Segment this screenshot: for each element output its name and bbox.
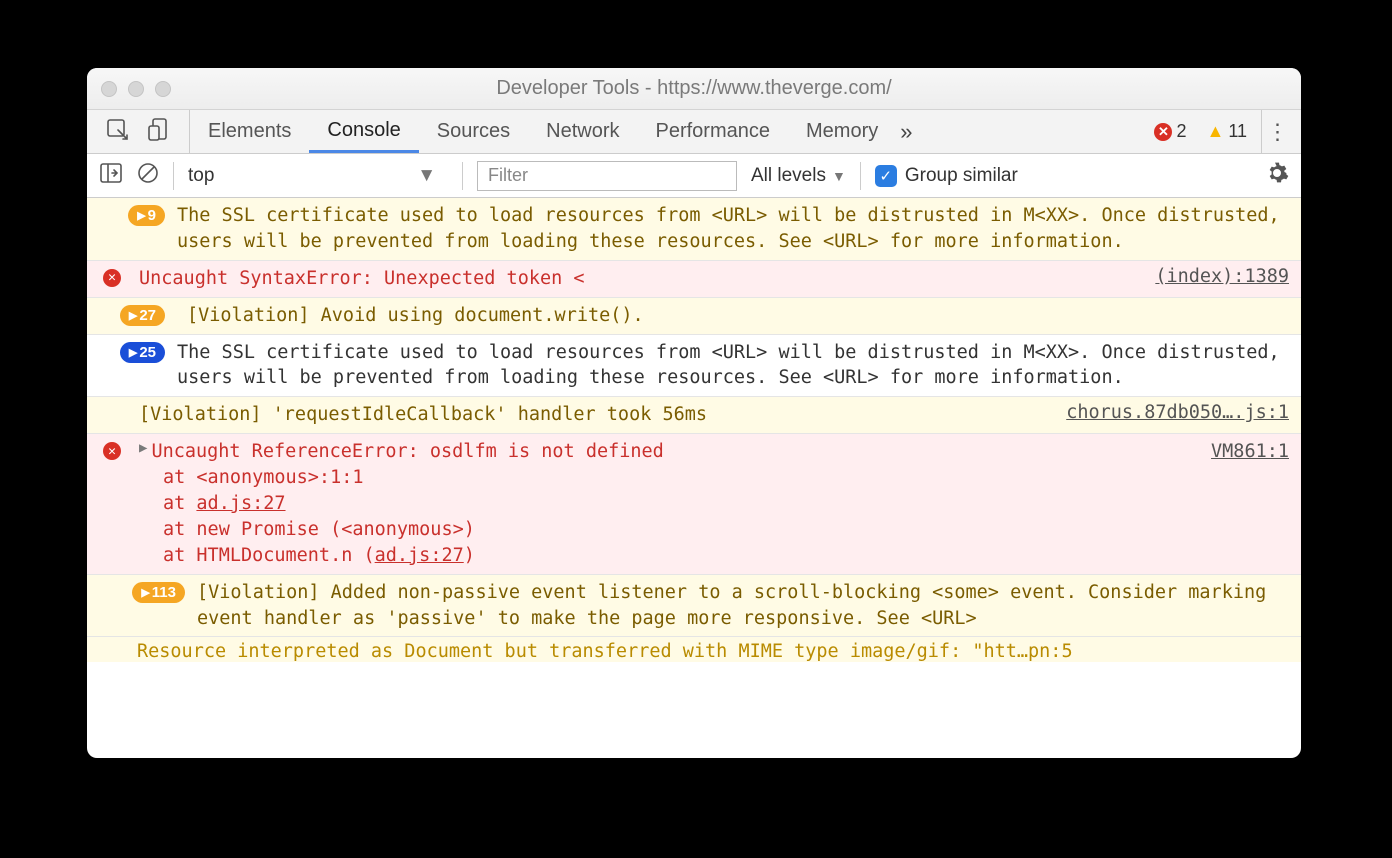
console-message[interactable]: [Violation] 'requestIdleCallback' handle… <box>87 397 1301 434</box>
console-message-cutoff: Resource interpreted as Document but tra… <box>87 637 1301 662</box>
message-gutter: ▶9 <box>99 203 177 226</box>
tab-elements[interactable]: Elements <box>190 110 309 153</box>
context-selector[interactable]: top ▼ <box>188 165 448 187</box>
message-gutter: ✕ <box>99 439 139 460</box>
console-message[interactable]: ✕ ▶ Uncaught ReferenceError: osdlfm is n… <box>87 434 1301 574</box>
stack-link[interactable]: ad.js:27 <box>196 493 285 514</box>
console-message[interactable]: ▶25 The SSL certificate used to load res… <box>87 335 1301 398</box>
inspect-icon[interactable] <box>105 117 129 147</box>
message-text: [Violation] 'requestIdleCallback' handle… <box>139 402 1050 428</box>
settings-kebab-icon[interactable]: ⋮ <box>1261 110 1293 154</box>
expand-arrow-icon[interactable]: ▶ <box>139 439 147 465</box>
console-message[interactable]: ✕ Uncaught SyntaxError: Unexpected token… <box>87 261 1301 298</box>
repeat-badge[interactable]: ▶25 <box>120 342 165 363</box>
source-link[interactable]: VM861:1 <box>1195 439 1289 465</box>
console-message[interactable]: ▶27 [Violation] Avoid using document.wri… <box>87 298 1301 335</box>
expand-arrow-icon: ▶ <box>137 209 145 222</box>
maximize-window-button[interactable] <box>155 81 171 97</box>
chevron-down-icon: ▼ <box>832 168 846 184</box>
expand-arrow-icon: ▶ <box>141 586 149 599</box>
tab-memory[interactable]: Memory <box>788 110 896 153</box>
gear-icon[interactable] <box>1265 161 1289 191</box>
message-body: ▶ Uncaught ReferenceError: osdlfm is not… <box>139 439 1289 568</box>
tab-console[interactable]: Console <box>309 110 418 153</box>
log-level-selector[interactable]: All levels ▼ <box>751 165 846 187</box>
error-count: 2 <box>1176 121 1186 142</box>
tab-overflow[interactable]: » <box>900 119 912 145</box>
warning-count: 11 <box>1228 121 1247 142</box>
tabbar-right: ✕ 2 ▲ 11 ⋮ <box>1148 110 1301 154</box>
repeat-badge[interactable]: ▶113 <box>132 582 185 603</box>
error-counter[interactable]: ✕ 2 <box>1148 121 1192 142</box>
source-link[interactable]: (index):1389 <box>1139 266 1289 287</box>
traffic-lights <box>101 81 171 97</box>
console-messages[interactable]: ▶9 The SSL certificate used to load reso… <box>87 198 1301 758</box>
titlebar: Developer Tools - https://www.theverge.c… <box>87 68 1301 110</box>
window-title: Developer Tools - https://www.theverge.c… <box>87 77 1301 100</box>
context-value: top <box>188 165 214 187</box>
message-text: The SSL certificate used to load resourc… <box>177 340 1289 392</box>
tab-network[interactable]: Network <box>528 110 637 153</box>
stack-link[interactable]: ad.js:27 <box>375 545 464 566</box>
device-toggle-icon[interactable] <box>147 117 171 147</box>
console-sidebar-toggle-icon[interactable] <box>99 161 123 191</box>
stack-frame: at <anonymous>:1:1 <box>139 465 1289 491</box>
console-message[interactable]: ▶9 The SSL certificate used to load reso… <box>87 198 1301 261</box>
message-gutter: ▶27 <box>99 303 177 326</box>
repeat-badge[interactable]: ▶9 <box>128 205 165 226</box>
checkbox-checked-icon: ✓ <box>875 165 897 187</box>
message-gutter: ▶25 <box>99 340 177 363</box>
filter-input[interactable] <box>477 161 737 191</box>
message-gutter: ▶113 <box>99 580 197 603</box>
source-link[interactable]: chorus.87db050….js:1 <box>1050 402 1289 423</box>
message-text: The SSL certificate used to load resourc… <box>177 203 1289 255</box>
console-toolbar: top ▼ All levels ▼ ✓ Group similar <box>87 154 1301 198</box>
expand-arrow-icon: ▶ <box>129 346 137 359</box>
panel-tabbar: Elements Console Sources Network Perform… <box>87 110 1301 154</box>
warning-counter[interactable]: ▲ 11 <box>1200 121 1253 142</box>
divider <box>173 162 174 190</box>
group-similar-label: Group similar <box>905 165 1018 187</box>
clear-console-icon[interactable] <box>137 162 159 190</box>
divider <box>860 162 861 190</box>
message-text: Uncaught SyntaxError: Unexpected token < <box>139 266 1139 292</box>
devtools-window: Developer Tools - https://www.theverge.c… <box>87 68 1301 758</box>
tab-performance[interactable]: Performance <box>638 110 789 153</box>
chevron-down-icon: ▼ <box>417 165 436 187</box>
message-text: Uncaught ReferenceError: osdlfm is not d… <box>151 439 663 465</box>
console-message[interactable]: ▶113 [Violation] Added non-passive event… <box>87 575 1301 638</box>
minimize-window-button[interactable] <box>128 81 144 97</box>
message-text: [Violation] Added non-passive event list… <box>197 580 1289 632</box>
group-similar-toggle[interactable]: ✓ Group similar <box>875 165 1018 187</box>
stack-frame: at ad.js:27 <box>139 491 1289 517</box>
message-text: [Violation] Avoid using document.write()… <box>177 303 1289 329</box>
divider <box>462 162 463 190</box>
repeat-badge[interactable]: ▶27 <box>120 305 165 326</box>
tabbar-tools <box>87 110 190 153</box>
error-icon: ✕ <box>103 442 121 460</box>
message-gutter: ✕ <box>99 266 139 287</box>
stack-frame: at HTMLDocument.n (ad.js:27) <box>139 543 1289 569</box>
message-gutter <box>99 402 139 405</box>
tab-sources[interactable]: Sources <box>419 110 528 153</box>
close-window-button[interactable] <box>101 81 117 97</box>
error-icon: ✕ <box>103 269 121 287</box>
level-label: All levels <box>751 165 826 187</box>
error-icon: ✕ <box>1154 123 1172 141</box>
expand-arrow-icon: ▶ <box>129 309 137 322</box>
stack-frame: at new Promise (<anonymous>) <box>139 517 1289 543</box>
warning-icon: ▲ <box>1206 121 1224 142</box>
